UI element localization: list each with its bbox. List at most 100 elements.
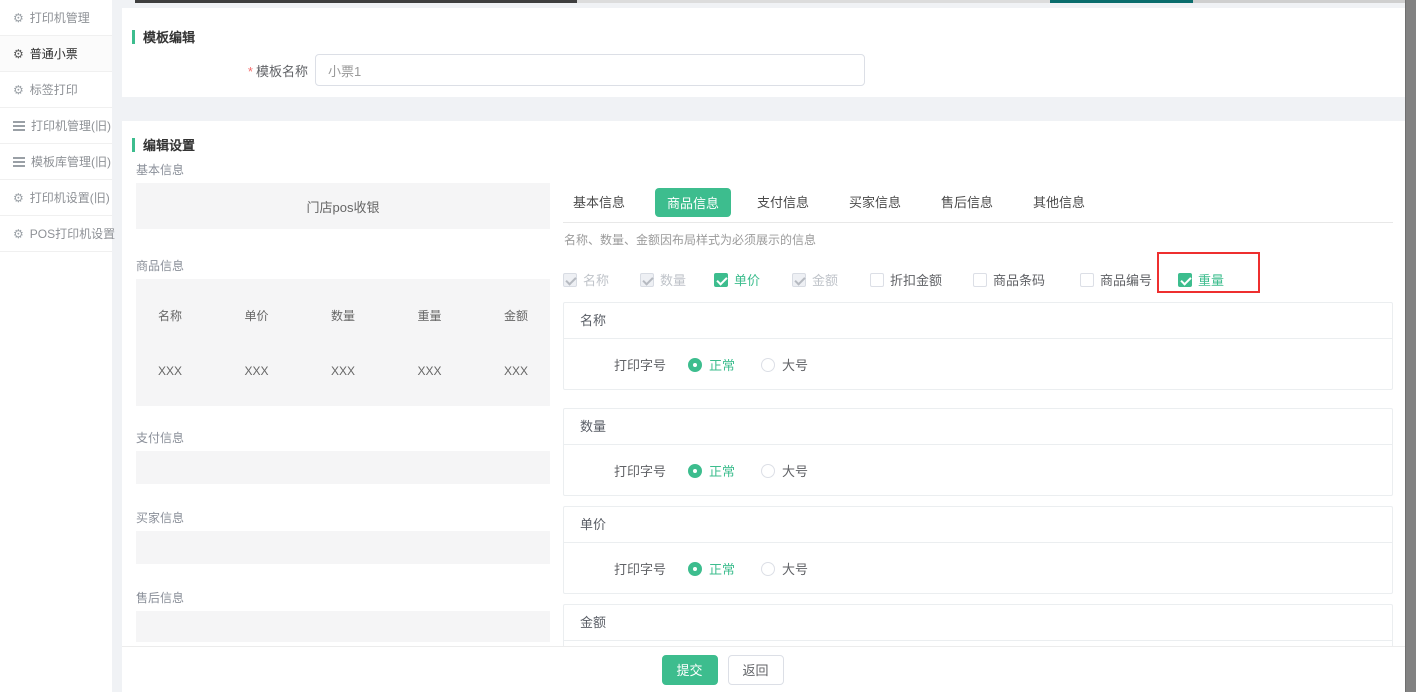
sidebar-item-printer-manage-old[interactable]: 打印机管理(旧) — [0, 108, 112, 144]
radio-normal[interactable]: 正常 — [688, 559, 735, 578]
sidebar: ⚙ 打印机管理 ⚙ 普通小票 ⚙ 标签打印 打印机管理(旧) 模板库管理(旧) … — [0, 0, 112, 692]
page-scrollbar[interactable] — [1405, 0, 1416, 692]
template-edit-card: 模板编辑 *模板名称 — [122, 8, 1405, 97]
tabs-divider — [563, 222, 1393, 223]
tab-goods-info[interactable]: 商品信息 — [655, 188, 731, 217]
footer-bar: 提交 返回 — [122, 646, 1405, 692]
sidebar-item-label: 打印机管理 — [30, 9, 90, 26]
section-title-text: 模板编辑 — [143, 27, 195, 46]
checkbox-icon — [973, 273, 987, 287]
radio-large[interactable]: 大号 — [761, 355, 808, 374]
goods-col-header: 单价 — [237, 307, 277, 324]
preview-basic-label: 基本信息 — [136, 163, 550, 177]
checkbox-icon — [563, 273, 577, 287]
template-name-row: *模板名称 — [122, 54, 308, 86]
goods-cell-value: XXX — [323, 364, 363, 378]
field-card-title: 数量 — [564, 409, 1392, 445]
goods-cell-value: XXX — [496, 364, 536, 378]
gears-icon: ⚙ — [13, 12, 24, 24]
field-card-quantity: 数量 打印字号 正常 大号 — [563, 408, 1393, 496]
font-size-label: 打印字号 — [614, 355, 666, 374]
window-edge-strip-teal — [1050, 0, 1193, 3]
sidebar-item-printer-settings-old[interactable]: ⚙ 打印机设置(旧) — [0, 180, 112, 216]
radio-large[interactable]: 大号 — [761, 559, 808, 578]
edit-settings-card: 编辑设置 基本信息 门店pos收银 商品信息 名称 单价 数量 重量 金额 XX… — [122, 121, 1405, 692]
field-checkbox-row: 名称 数量 单价 金额 折扣金额 商品条码 — [563, 252, 1393, 298]
sidebar-item-label: 打印机设置(旧) — [30, 189, 110, 206]
tab-payment-info[interactable]: 支付信息 — [757, 192, 809, 211]
preview-goods-label: 商品信息 — [136, 259, 550, 273]
preview-aftersale-box[interactable] — [136, 611, 550, 642]
goods-cell-value: XXX — [150, 364, 190, 378]
radio-icon — [761, 464, 775, 478]
checkbox-amount[interactable]: 金额 — [792, 270, 838, 289]
gears-icon: ⚙ — [13, 84, 24, 96]
field-card-title: 金额 — [564, 605, 1392, 641]
checkbox-name[interactable]: 名称 — [563, 270, 609, 289]
checkbox-goods-code[interactable]: 商品编号 — [1080, 270, 1152, 289]
window-edge-strip — [135, 0, 577, 3]
preview-payment-label: 支付信息 — [136, 431, 550, 445]
submit-button[interactable]: 提交 — [662, 655, 718, 685]
tab-basic-info[interactable]: 基本信息 — [573, 192, 625, 211]
radio-icon — [761, 358, 775, 372]
sidebar-item-template-lib-old[interactable]: 模板库管理(旧) — [0, 144, 112, 180]
checkbox-icon — [870, 273, 884, 287]
sidebar-item-label: 标签打印 — [30, 81, 78, 98]
tab-buyer-info[interactable]: 买家信息 — [849, 192, 901, 211]
template-name-label: *模板名称 — [122, 61, 308, 80]
gears-icon: ⚙ — [13, 48, 24, 60]
field-card-name: 名称 打印字号 正常 大号 — [563, 302, 1393, 390]
goods-col-header: 重量 — [410, 307, 450, 324]
sidebar-item-label: 普通小票 — [30, 45, 78, 62]
preview-aftersale-label: 售后信息 — [136, 591, 550, 605]
sidebar-item-label: 打印机管理(旧) — [31, 117, 111, 134]
goods-col-header: 名称 — [150, 307, 190, 324]
font-size-label: 打印字号 — [614, 461, 666, 480]
preview-basic-box[interactable]: 门店pos收银 — [136, 183, 550, 229]
section-title-template-edit: 模板编辑 — [132, 27, 195, 46]
radio-large[interactable]: 大号 — [761, 461, 808, 480]
preview-buyer-label: 买家信息 — [136, 511, 550, 525]
sidebar-item-label: 模板库管理(旧) — [31, 153, 111, 170]
goods-cell-value: XXX — [410, 364, 450, 378]
receipt-preview: 基本信息 门店pos收银 商品信息 名称 单价 数量 重量 金额 XXX XXX… — [136, 163, 550, 642]
goods-cell-value: XXX — [237, 364, 277, 378]
tab-aftersale-info[interactable]: 售后信息 — [941, 192, 993, 211]
sidebar-content-gutter — [112, 0, 122, 692]
checkbox-discount-amount[interactable]: 折扣金额 — [870, 270, 942, 289]
sidebar-item-label-print[interactable]: ⚙ 标签打印 — [0, 72, 112, 108]
goods-col-header: 金额 — [496, 307, 536, 324]
section-title-text: 编辑设置 — [143, 135, 195, 154]
preview-buyer-box[interactable] — [136, 531, 550, 564]
checkbox-goods-barcode[interactable]: 商品条码 — [973, 270, 1045, 289]
sidebar-item-normal-receipt[interactable]: ⚙ 普通小票 — [0, 36, 112, 72]
gears-icon: ⚙ — [13, 228, 24, 240]
preview-goods-header-row: 名称 单价 数量 重量 金额 — [150, 307, 536, 324]
preview-goods-box[interactable]: 名称 单价 数量 重量 金额 XXX XXX XXX XXX XXX — [136, 279, 550, 406]
sidebar-item-printer-manage[interactable]: ⚙ 打印机管理 — [0, 0, 112, 36]
preview-basic-content: 门店pos收银 — [307, 197, 380, 216]
radio-icon — [688, 562, 702, 576]
preview-payment-box[interactable] — [136, 451, 550, 484]
sidebar-item-pos-printer-settings[interactable]: ⚙ POS打印机设置 — [0, 216, 112, 252]
checkbox-icon — [714, 273, 728, 287]
radio-normal[interactable]: 正常 — [688, 461, 735, 480]
window-edge-strip — [577, 0, 1050, 3]
checkbox-quantity[interactable]: 数量 — [640, 270, 686, 289]
font-size-label: 打印字号 — [614, 559, 666, 578]
radio-icon — [688, 464, 702, 478]
template-name-input[interactable] — [315, 54, 865, 86]
radio-icon — [688, 358, 702, 372]
field-card-unit-price: 单价 打印字号 正常 大号 — [563, 506, 1393, 594]
tab-other-info[interactable]: 其他信息 — [1033, 192, 1085, 211]
radio-normal[interactable]: 正常 — [688, 355, 735, 374]
settings-panel: 基本信息 商品信息 支付信息 买家信息 售后信息 其他信息 名称、数量、金额因布… — [563, 188, 1393, 215]
checkbox-icon — [792, 273, 806, 287]
gears-icon: ⚙ — [13, 192, 24, 204]
info-tabs: 基本信息 商品信息 支付信息 买家信息 售后信息 其他信息 — [563, 188, 1393, 215]
checkbox-unit-price[interactable]: 单价 — [714, 270, 760, 289]
section-title-edit-settings: 编辑设置 — [132, 135, 195, 154]
sidebar-item-label: POS打印机设置 — [30, 225, 115, 242]
back-button[interactable]: 返回 — [728, 655, 784, 685]
